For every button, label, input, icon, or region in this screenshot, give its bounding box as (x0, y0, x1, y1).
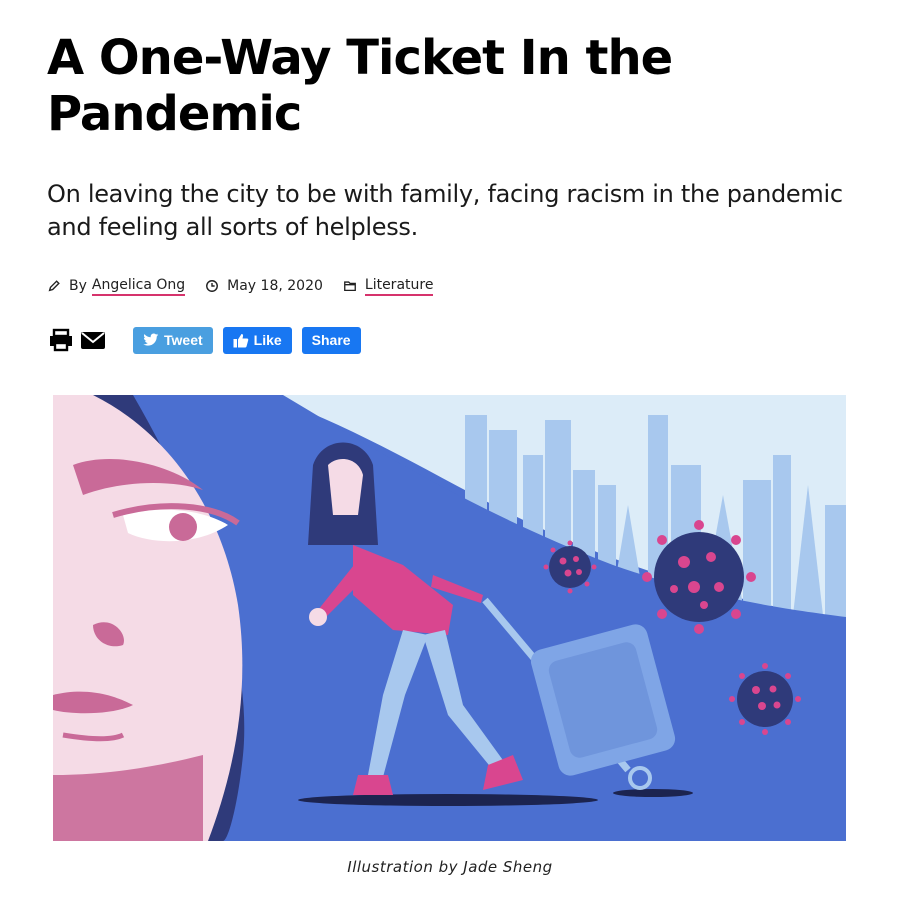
article-subtitle: On leaving the city to be with family, f… (47, 180, 843, 241)
twitter-bird-icon (143, 333, 159, 346)
byline-prefix: By (69, 278, 87, 294)
like-button[interactable]: Like (222, 326, 292, 354)
email-icon[interactable] (79, 328, 107, 352)
like-label: Like (253, 332, 282, 348)
meta-date: May 18, 2020 (205, 278, 323, 294)
illustration-caption: Illustration by Jade Sheng (347, 858, 553, 876)
facebook-share-button[interactable]: Share (301, 326, 361, 354)
tweet-button[interactable]: Tweet (133, 326, 213, 354)
article-title: A One-Way Ticket In the Pandemic (47, 30, 673, 142)
publish-date: May 18, 2020 (227, 278, 323, 294)
meta-category: Literature (343, 277, 434, 296)
article-illustration (53, 395, 846, 841)
print-icon[interactable] (47, 328, 75, 352)
tweet-label: Tweet (164, 332, 203, 348)
folder-icon (343, 281, 356, 292)
clock-icon (206, 280, 219, 292)
pencil-icon (48, 280, 60, 292)
share-label: Share (311, 332, 351, 348)
meta-author: By Angelica Ong (47, 277, 186, 296)
share-bar: Tweet Like Share (47, 326, 361, 354)
thumbs-up-icon (233, 333, 248, 347)
article-meta: By Angelica Ong May 18, 2020 Literature (47, 274, 453, 298)
author-link[interactable]: Angelica Ong (91, 277, 186, 296)
category-link[interactable]: Literature (364, 277, 434, 296)
